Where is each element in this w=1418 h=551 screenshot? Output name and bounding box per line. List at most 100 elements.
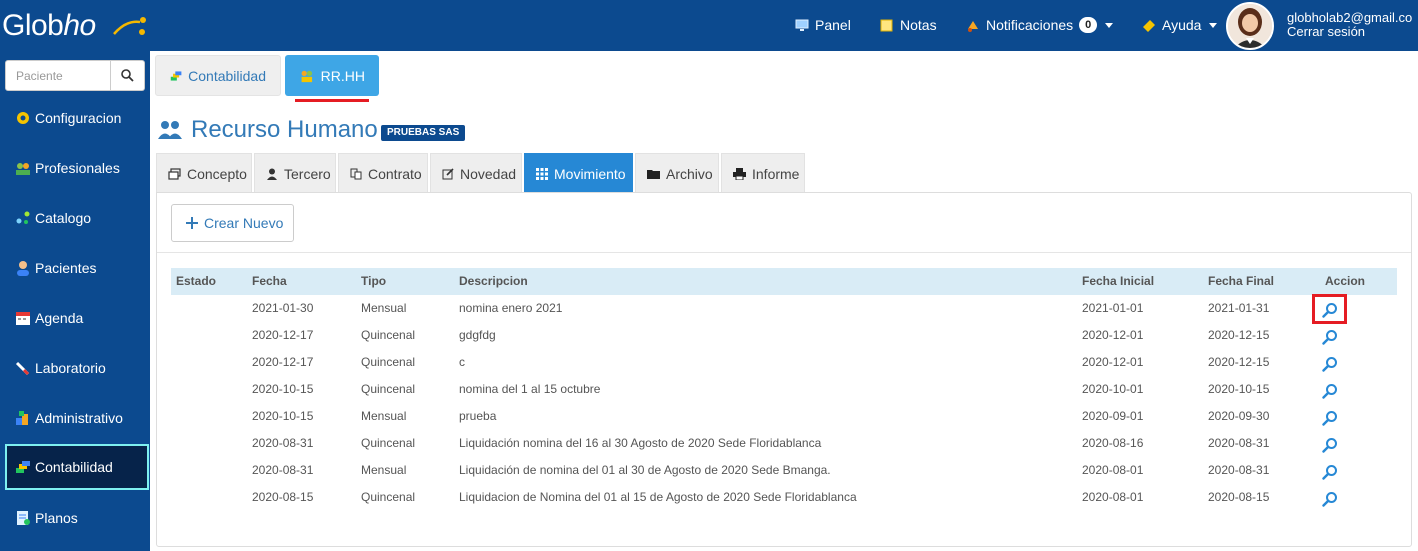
search-button[interactable] xyxy=(111,60,145,91)
tab-movimiento[interactable]: Movimiento xyxy=(524,153,633,193)
tab-informe[interactable]: Informe xyxy=(721,153,805,193)
view-search-icon[interactable] xyxy=(1322,329,1338,345)
module-tab-label: Contabilidad xyxy=(188,67,266,84)
nav-notifications-dropdown[interactable]: Notificaciones 0 xyxy=(966,17,1114,33)
professionals-icon xyxy=(16,163,30,175)
highlight-box xyxy=(1312,294,1347,324)
col-fecha-inicial[interactable]: Fecha Inicial xyxy=(1082,274,1154,288)
view-search-icon[interactable] xyxy=(1322,437,1338,453)
nav-help-label: Ayuda xyxy=(1162,17,1202,33)
col-tipo[interactable]: Tipo xyxy=(361,274,386,288)
cell-fecha: 2020-12-17 xyxy=(252,355,314,369)
module-tab-rrhh[interactable]: RR.HH xyxy=(285,55,379,96)
cell-descripcion: Liquidación nomina del 16 al 30 Agosto d… xyxy=(459,436,822,450)
nav-notas-label: Notas xyxy=(900,17,937,33)
tab-contrato[interactable]: Contrato xyxy=(338,153,428,193)
col-descripcion[interactable]: Descripcion xyxy=(459,274,528,288)
tab-novedad[interactable]: Novedad xyxy=(430,153,522,193)
sidebar-item-label: Administrativo xyxy=(35,410,123,426)
cell-tipo: Quincenal xyxy=(361,490,416,504)
module-tab-label: RR.HH xyxy=(320,67,365,84)
cell-fecha-final: 2020-09-30 xyxy=(1208,409,1270,423)
patient-search-input[interactable] xyxy=(5,60,111,91)
user-icon xyxy=(267,168,277,180)
nav-notifications-label: Notificaciones xyxy=(986,17,1074,33)
cell-tipo: Mensual xyxy=(361,463,407,477)
table-header: Estado Fecha Tipo Descripcion Fecha Inic… xyxy=(171,268,1397,295)
tab-label: Tercero xyxy=(284,165,331,182)
cell-fecha-final: 2020-10-15 xyxy=(1208,382,1270,396)
cell-descripcion: prueba xyxy=(459,409,497,423)
cell-tipo: Mensual xyxy=(361,409,407,423)
create-new-button[interactable]: Crear Nuevo xyxy=(171,204,294,242)
lab-icon xyxy=(15,361,30,376)
notifications-count-badge: 0 xyxy=(1079,17,1098,33)
tab-label: Contrato xyxy=(368,165,422,182)
sidebar-item-pacientes[interactable]: Pacientes xyxy=(5,245,149,291)
view-search-icon[interactable] xyxy=(1322,356,1338,372)
view-search-icon[interactable] xyxy=(1322,464,1338,480)
cell-tipo: Quincenal xyxy=(361,436,416,450)
module-tab-contabilidad[interactable]: Contabilidad xyxy=(155,55,281,96)
user-email: globholab2@gmail.co xyxy=(1287,10,1413,25)
col-fecha[interactable]: Fecha xyxy=(252,274,287,288)
nav-panel-label: Panel xyxy=(815,17,851,33)
cell-descripcion: nomina enero 2021 xyxy=(459,301,563,315)
col-fecha-final[interactable]: Fecha Final xyxy=(1208,274,1274,288)
cell-tipo: Quincenal xyxy=(361,382,416,396)
sidebar-item-administrativo[interactable]: Administrativo xyxy=(5,395,149,441)
nav-panel-link[interactable]: Panel xyxy=(795,17,851,33)
tab-archivo[interactable]: Archivo xyxy=(635,153,719,193)
cell-fecha-inicial: 2020-12-01 xyxy=(1082,328,1144,342)
sidebar-item-planos[interactable]: Planos xyxy=(5,495,149,541)
cell-fecha-inicial: 2021-01-01 xyxy=(1082,301,1144,315)
edit-icon xyxy=(442,167,454,179)
view-search-icon[interactable] xyxy=(1322,491,1338,507)
sidebar-item-label: Planos xyxy=(35,510,78,526)
sidebar-item-label: Pacientes xyxy=(35,260,97,276)
avatar[interactable] xyxy=(1226,2,1274,50)
create-new-label: Crear Nuevo xyxy=(204,215,284,231)
sidebar-item-configuracion[interactable]: Configuracion xyxy=(5,95,149,141)
cell-fecha-final: 2020-08-31 xyxy=(1208,463,1270,477)
cell-descripcion: nomina del 1 al 15 octubre xyxy=(459,382,601,396)
col-estado[interactable]: Estado xyxy=(176,274,216,288)
sidebar-item-laboratorio[interactable]: Laboratorio xyxy=(5,345,149,391)
cell-fecha: 2020-12-17 xyxy=(252,328,314,342)
tab-label: Archivo xyxy=(666,165,713,182)
calendar-icon xyxy=(16,312,30,325)
logout-link[interactable]: Cerrar sesión xyxy=(1287,25,1365,39)
cell-fecha-inicial: 2020-10-01 xyxy=(1082,382,1144,396)
cell-fecha-final: 2020-08-15 xyxy=(1208,490,1270,504)
cell-descripcion: Liquidacion de Nomina del 01 al 15 de Ag… xyxy=(459,490,857,504)
sidebar-item-agenda[interactable]: Agenda xyxy=(5,295,149,341)
sidebar-item-catalogo[interactable]: Catalogo xyxy=(5,195,149,241)
note-icon xyxy=(880,19,893,31)
sidebar-item-label: Agenda xyxy=(35,310,84,326)
cell-fecha-inicial: 2020-08-01 xyxy=(1082,463,1144,477)
cell-fecha-inicial: 2020-12-01 xyxy=(1082,355,1144,369)
page-title: Recurso Humano xyxy=(157,116,378,144)
nav-help-dropdown[interactable]: Ayuda xyxy=(1142,17,1218,33)
brand-name-part1: Glob xyxy=(2,9,64,42)
view-search-icon[interactable] xyxy=(1322,383,1338,399)
user-avatar-icon xyxy=(1228,4,1272,48)
cell-descripcion: Liquidación de nomina del 01 al 30 de Ag… xyxy=(459,463,831,477)
brand-logo[interactable]: Globho xyxy=(2,9,96,43)
cell-tipo: Quincenal xyxy=(361,355,416,369)
nav-notas-link[interactable]: Notas xyxy=(880,17,937,33)
plus-icon xyxy=(186,217,198,229)
tab-tercero[interactable]: Tercero xyxy=(254,153,336,193)
patient-icon xyxy=(17,261,29,276)
search-icon xyxy=(121,69,134,82)
copy-icon xyxy=(350,168,362,179)
cell-fecha-final: 2020-08-31 xyxy=(1208,436,1270,450)
sidebar-item-profesionales[interactable]: Profesionales xyxy=(5,145,149,191)
view-search-icon[interactable] xyxy=(1322,410,1338,426)
cell-fecha-inicial: 2020-08-01 xyxy=(1082,490,1144,504)
tab-label: Movimiento xyxy=(554,165,626,182)
folder-icon xyxy=(647,170,660,179)
grid-icon xyxy=(536,167,548,180)
tab-concepto[interactable]: Concepto xyxy=(156,153,252,193)
sidebar-item-contabilidad[interactable]: Contabilidad xyxy=(5,444,149,490)
